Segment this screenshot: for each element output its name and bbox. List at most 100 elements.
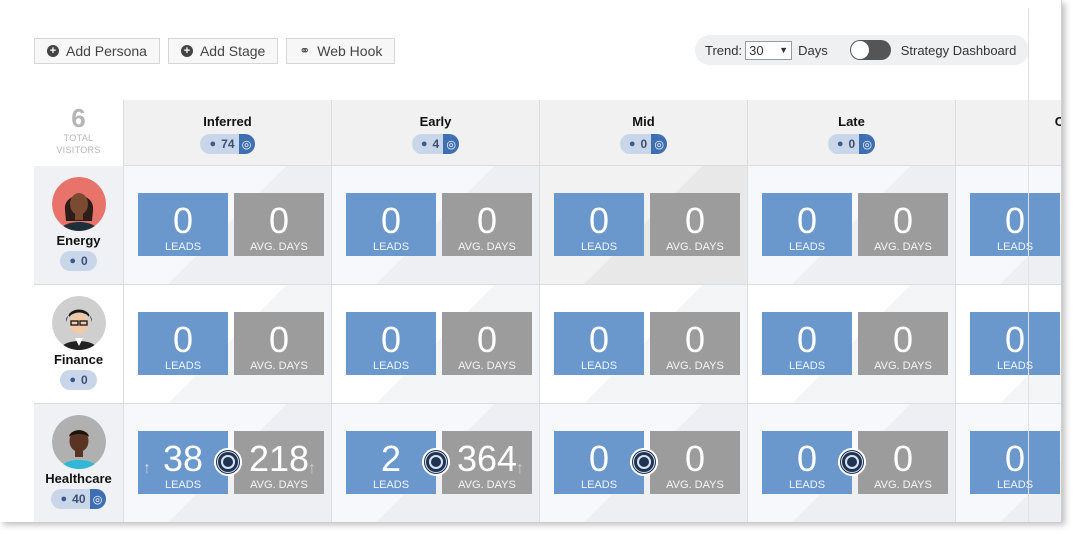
stage-cell[interactable]: ↑ 38 LEADS ↑ 218 AVG. DAYS — [123, 404, 331, 522]
persona-count: 40 — [72, 492, 86, 506]
avg-days-label: AVG. DAYS — [250, 479, 308, 491]
avg-days-box: 0 AVG. DAYS — [858, 193, 948, 256]
stage-cell[interactable]: 0 LEADS 0 AVG. DAYS — [747, 285, 955, 404]
stage-header-mid[interactable]: Mid ● 0 ◎ — [539, 100, 747, 166]
strategy-dashboard-label: Strategy Dashboard — [900, 42, 1017, 58]
persona-count-badge[interactable]: ● 0 — [60, 370, 97, 390]
leads-box: 0 LEADS — [762, 193, 852, 256]
trend-up-icon: ↑ — [143, 460, 151, 477]
avg-days-value: 0 — [684, 438, 706, 479]
total-visitors-count: 6 — [71, 103, 86, 133]
person-icon: ● — [69, 255, 76, 267]
stage-cell[interactable]: 0 LEADS 0 AVG. DAYS — [539, 285, 747, 404]
stage-cell[interactable]: 0 LEADS 0 AVG. DAYS — [331, 285, 539, 404]
stage-cell[interactable]: 0 LEADS 0 AVG. DAYS — [123, 285, 331, 404]
stage-count-badge[interactable]: ● 0 ◎ — [619, 134, 668, 154]
persona-energy[interactable]: Energy ● 0 — [34, 166, 123, 285]
stage-cell[interactable]: 0 LEADS — [955, 166, 1061, 285]
avg-days-label: AVG. DAYS — [874, 360, 932, 372]
stage-header-inferred[interactable]: Inferred ● 74 ◎ — [123, 100, 331, 166]
persona-count-badge[interactable]: ● 40 ◎ — [51, 489, 106, 509]
leads-count: 0 — [588, 319, 610, 360]
stage-count-badge[interactable]: ● 4 ◎ — [411, 134, 460, 154]
persona-name: Energy — [56, 233, 101, 248]
avatar — [51, 415, 106, 469]
avatar — [51, 296, 106, 350]
avatar — [51, 177, 106, 231]
avg-days-value: 0 — [268, 319, 290, 360]
stage-count: 4 — [432, 137, 440, 151]
toggle-knob — [850, 41, 869, 59]
add-stage-button[interactable]: + Add Stage — [167, 38, 279, 64]
stage-cell[interactable]: 0 LEADS 0 AVG. DAYS — [331, 166, 539, 285]
leads-count: 0 — [172, 200, 194, 241]
avg-days-label: AVG. DAYS — [250, 241, 308, 253]
trend-days-value: 30 — [749, 42, 764, 58]
leads-count: 0 — [380, 319, 402, 360]
toolbar: + Add Persona + Add Stage ⚭ Web Hook — [34, 38, 396, 64]
leads-box: 0 LEADS — [970, 312, 1060, 375]
stage-count-badge[interactable]: ● 0 ◎ — [827, 134, 876, 154]
avg-days-value: 0 — [684, 319, 706, 360]
person-icon: ● — [628, 138, 636, 150]
avg-days-label: AVG. DAYS — [458, 241, 516, 253]
leads-label: LEADS — [580, 241, 618, 253]
trend-up-icon: ↑ — [516, 460, 524, 477]
avg-days-box: ↑ 364 AVG. DAYS — [442, 431, 532, 494]
stage-count-badge[interactable]: ● 74 ◎ — [200, 134, 255, 154]
visitors-label: VISITORS — [56, 145, 101, 155]
target-icon: ◎ — [651, 134, 668, 154]
finance-avatar-icon — [51, 296, 106, 350]
leads-label: LEADS — [788, 360, 826, 372]
avg-days-value: 0 — [892, 200, 914, 241]
leads-count: 0 — [1004, 200, 1026, 241]
avg-days-box: ↑ 218 AVG. DAYS — [234, 431, 324, 494]
stage-cell[interactable]: 0 LEADS — [955, 404, 1061, 522]
stage-cell[interactable]: 0 LEADS 0 AVG. DAYS — [539, 166, 747, 285]
leads-label: LEADS — [996, 241, 1034, 253]
energy-avatar-icon — [51, 177, 106, 231]
target-icon[interactable] — [422, 448, 450, 476]
avg-days-value: 0 — [476, 200, 498, 241]
leads-count: 0 — [588, 200, 610, 241]
stage-cell[interactable]: 0 LEADS — [955, 285, 1061, 404]
persona-count-badge[interactable]: ● 0 — [60, 251, 97, 271]
stage-name: Early — [419, 114, 452, 129]
strategy-dashboard-toggle[interactable] — [849, 40, 891, 60]
scroll-edge — [1028, 8, 1029, 522]
trend-days-select[interactable]: 30 ▼ — [745, 40, 793, 60]
stage-cell[interactable]: 2 LEADS ↑ 364 AVG. DAYS — [331, 404, 539, 522]
web-hook-label: Web Hook — [317, 43, 383, 59]
avg-days-box: 0 AVG. DAYS — [650, 193, 740, 256]
avg-days-box: 0 AVG. DAYS — [858, 431, 948, 494]
leads-label: LEADS — [580, 479, 618, 491]
target-icon[interactable] — [838, 448, 866, 476]
target-icon[interactable] — [630, 448, 658, 476]
persona-finance[interactable]: Finance ● 0 — [34, 285, 123, 404]
stage-cell[interactable]: 0 LEADS 0 AVG. DAYS — [123, 166, 331, 285]
persona-healthcare[interactable]: Healthcare ● 40 ◎ — [34, 404, 123, 522]
person-icon: ● — [60, 493, 68, 505]
avg-days-box: 0 AVG. DAYS — [650, 312, 740, 375]
add-persona-label: Add Persona — [66, 43, 147, 59]
leads-box: 0 LEADS — [970, 431, 1060, 494]
avg-days-value: 0 — [684, 200, 706, 241]
leads-box: 0 LEADS — [762, 312, 852, 375]
trend-bar: Trend: 30 ▼ Days Strategy Dashboard — [695, 35, 1029, 65]
avg-days-label: AVG. DAYS — [666, 241, 724, 253]
leads-label: LEADS — [164, 241, 202, 253]
add-persona-button[interactable]: + Add Persona — [34, 38, 160, 64]
persona-count: 0 — [80, 373, 88, 387]
stage-name: Inferred — [203, 114, 252, 129]
target-icon[interactable] — [214, 448, 242, 476]
web-hook-button[interactable]: ⚭ Web Hook — [286, 38, 396, 64]
stage-header-early[interactable]: Early ● 4 ◎ — [331, 100, 539, 166]
leads-count: 0 — [380, 200, 402, 241]
stage-cell[interactable]: 0 LEADS 0 AVG. DAYS — [539, 404, 747, 522]
stage-header-late[interactable]: Late ● 0 ◎ — [747, 100, 955, 166]
stage-cell[interactable]: 0 LEADS 0 AVG. DAYS — [747, 404, 955, 522]
target-icon: ◎ — [859, 134, 876, 154]
stage-cell[interactable]: 0 LEADS 0 AVG. DAYS — [747, 166, 955, 285]
plus-circle-icon: + — [47, 45, 59, 57]
stage-header-next[interactable]: C — [955, 100, 1061, 166]
